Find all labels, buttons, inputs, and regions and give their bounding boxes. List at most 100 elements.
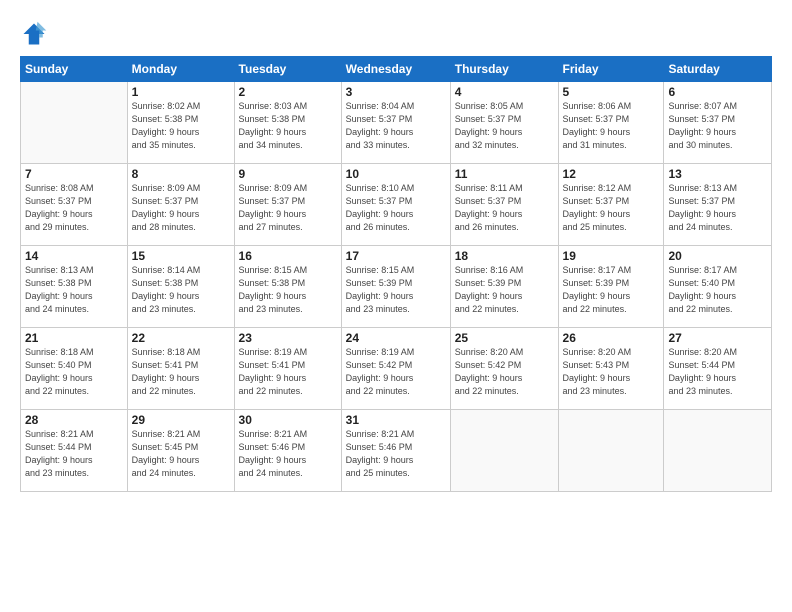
calendar-week-row: 21Sunrise: 8:18 AMSunset: 5:40 PMDayligh… [21,328,772,410]
day-info: Sunrise: 8:13 AMSunset: 5:38 PMDaylight:… [25,264,123,316]
calendar-day-cell: 19Sunrise: 8:17 AMSunset: 5:39 PMDayligh… [558,246,664,328]
day-info: Sunrise: 8:17 AMSunset: 5:39 PMDaylight:… [563,264,660,316]
day-number: 21 [25,331,123,345]
day-info: Sunrise: 8:10 AMSunset: 5:37 PMDaylight:… [346,182,446,234]
calendar-day-cell: 31Sunrise: 8:21 AMSunset: 5:46 PMDayligh… [341,410,450,492]
day-info: Sunrise: 8:18 AMSunset: 5:40 PMDaylight:… [25,346,123,398]
day-number: 11 [455,167,554,181]
day-info: Sunrise: 8:20 AMSunset: 5:43 PMDaylight:… [563,346,660,398]
calendar-day-cell: 28Sunrise: 8:21 AMSunset: 5:44 PMDayligh… [21,410,128,492]
calendar-day-cell: 8Sunrise: 8:09 AMSunset: 5:37 PMDaylight… [127,164,234,246]
calendar-day-cell: 11Sunrise: 8:11 AMSunset: 5:37 PMDayligh… [450,164,558,246]
calendar-day-cell: 7Sunrise: 8:08 AMSunset: 5:37 PMDaylight… [21,164,128,246]
day-info: Sunrise: 8:11 AMSunset: 5:37 PMDaylight:… [455,182,554,234]
day-number: 24 [346,331,446,345]
calendar-week-row: 7Sunrise: 8:08 AMSunset: 5:37 PMDaylight… [21,164,772,246]
logo-icon [20,20,48,48]
weekday-header-cell: Monday [127,57,234,82]
day-info: Sunrise: 8:20 AMSunset: 5:44 PMDaylight:… [668,346,767,398]
weekday-header-cell: Thursday [450,57,558,82]
day-number: 5 [563,85,660,99]
calendar-day-cell: 27Sunrise: 8:20 AMSunset: 5:44 PMDayligh… [664,328,772,410]
day-info: Sunrise: 8:13 AMSunset: 5:37 PMDaylight:… [668,182,767,234]
day-number: 22 [132,331,230,345]
calendar-day-cell: 18Sunrise: 8:16 AMSunset: 5:39 PMDayligh… [450,246,558,328]
calendar-day-cell: 5Sunrise: 8:06 AMSunset: 5:37 PMDaylight… [558,82,664,164]
calendar-day-cell [21,82,128,164]
calendar-week-row: 1Sunrise: 8:02 AMSunset: 5:38 PMDaylight… [21,82,772,164]
header [20,16,772,48]
calendar-day-cell [664,410,772,492]
day-number: 18 [455,249,554,263]
calendar-day-cell: 20Sunrise: 8:17 AMSunset: 5:40 PMDayligh… [664,246,772,328]
day-number: 16 [239,249,337,263]
calendar-day-cell: 30Sunrise: 8:21 AMSunset: 5:46 PMDayligh… [234,410,341,492]
day-info: Sunrise: 8:07 AMSunset: 5:37 PMDaylight:… [668,100,767,152]
day-number: 25 [455,331,554,345]
calendar-day-cell: 24Sunrise: 8:19 AMSunset: 5:42 PMDayligh… [341,328,450,410]
day-number: 14 [25,249,123,263]
calendar-day-cell: 4Sunrise: 8:05 AMSunset: 5:37 PMDaylight… [450,82,558,164]
calendar-day-cell: 23Sunrise: 8:19 AMSunset: 5:41 PMDayligh… [234,328,341,410]
day-info: Sunrise: 8:09 AMSunset: 5:37 PMDaylight:… [132,182,230,234]
day-info: Sunrise: 8:18 AMSunset: 5:41 PMDaylight:… [132,346,230,398]
day-number: 29 [132,413,230,427]
day-info: Sunrise: 8:02 AMSunset: 5:38 PMDaylight:… [132,100,230,152]
day-number: 20 [668,249,767,263]
day-number: 2 [239,85,337,99]
day-info: Sunrise: 8:12 AMSunset: 5:37 PMDaylight:… [563,182,660,234]
day-info: Sunrise: 8:15 AMSunset: 5:38 PMDaylight:… [239,264,337,316]
day-number: 31 [346,413,446,427]
calendar-day-cell: 14Sunrise: 8:13 AMSunset: 5:38 PMDayligh… [21,246,128,328]
day-info: Sunrise: 8:14 AMSunset: 5:38 PMDaylight:… [132,264,230,316]
day-info: Sunrise: 8:08 AMSunset: 5:37 PMDaylight:… [25,182,123,234]
day-info: Sunrise: 8:21 AMSunset: 5:45 PMDaylight:… [132,428,230,480]
day-info: Sunrise: 8:05 AMSunset: 5:37 PMDaylight:… [455,100,554,152]
day-number: 28 [25,413,123,427]
weekday-header-cell: Saturday [664,57,772,82]
day-info: Sunrise: 8:19 AMSunset: 5:41 PMDaylight:… [239,346,337,398]
day-info: Sunrise: 8:06 AMSunset: 5:37 PMDaylight:… [563,100,660,152]
logo [20,20,52,48]
day-number: 4 [455,85,554,99]
calendar-day-cell: 17Sunrise: 8:15 AMSunset: 5:39 PMDayligh… [341,246,450,328]
calendar-day-cell: 6Sunrise: 8:07 AMSunset: 5:37 PMDaylight… [664,82,772,164]
day-number: 17 [346,249,446,263]
calendar-day-cell: 26Sunrise: 8:20 AMSunset: 5:43 PMDayligh… [558,328,664,410]
day-info: Sunrise: 8:20 AMSunset: 5:42 PMDaylight:… [455,346,554,398]
calendar-day-cell: 29Sunrise: 8:21 AMSunset: 5:45 PMDayligh… [127,410,234,492]
day-info: Sunrise: 8:21 AMSunset: 5:46 PMDaylight:… [239,428,337,480]
day-number: 1 [132,85,230,99]
calendar-day-cell: 21Sunrise: 8:18 AMSunset: 5:40 PMDayligh… [21,328,128,410]
calendar-day-cell: 22Sunrise: 8:18 AMSunset: 5:41 PMDayligh… [127,328,234,410]
day-number: 26 [563,331,660,345]
day-info: Sunrise: 8:03 AMSunset: 5:38 PMDaylight:… [239,100,337,152]
calendar-body: 1Sunrise: 8:02 AMSunset: 5:38 PMDaylight… [21,82,772,492]
day-number: 19 [563,249,660,263]
calendar-day-cell: 3Sunrise: 8:04 AMSunset: 5:37 PMDaylight… [341,82,450,164]
calendar-day-cell [558,410,664,492]
day-info: Sunrise: 8:21 AMSunset: 5:46 PMDaylight:… [346,428,446,480]
calendar-container: SundayMondayTuesdayWednesdayThursdayFrid… [0,0,792,612]
day-info: Sunrise: 8:04 AMSunset: 5:37 PMDaylight:… [346,100,446,152]
day-number: 27 [668,331,767,345]
day-number: 7 [25,167,123,181]
calendar-week-row: 14Sunrise: 8:13 AMSunset: 5:38 PMDayligh… [21,246,772,328]
calendar-day-cell: 12Sunrise: 8:12 AMSunset: 5:37 PMDayligh… [558,164,664,246]
day-number: 6 [668,85,767,99]
calendar-day-cell: 2Sunrise: 8:03 AMSunset: 5:38 PMDaylight… [234,82,341,164]
day-info: Sunrise: 8:15 AMSunset: 5:39 PMDaylight:… [346,264,446,316]
weekday-header-cell: Sunday [21,57,128,82]
weekday-header-row: SundayMondayTuesdayWednesdayThursdayFrid… [21,57,772,82]
day-number: 15 [132,249,230,263]
calendar-day-cell: 15Sunrise: 8:14 AMSunset: 5:38 PMDayligh… [127,246,234,328]
day-number: 3 [346,85,446,99]
day-number: 8 [132,167,230,181]
calendar-day-cell: 13Sunrise: 8:13 AMSunset: 5:37 PMDayligh… [664,164,772,246]
day-number: 9 [239,167,337,181]
calendar-week-row: 28Sunrise: 8:21 AMSunset: 5:44 PMDayligh… [21,410,772,492]
day-number: 10 [346,167,446,181]
day-number: 12 [563,167,660,181]
calendar-day-cell: 1Sunrise: 8:02 AMSunset: 5:38 PMDaylight… [127,82,234,164]
weekday-header-cell: Tuesday [234,57,341,82]
